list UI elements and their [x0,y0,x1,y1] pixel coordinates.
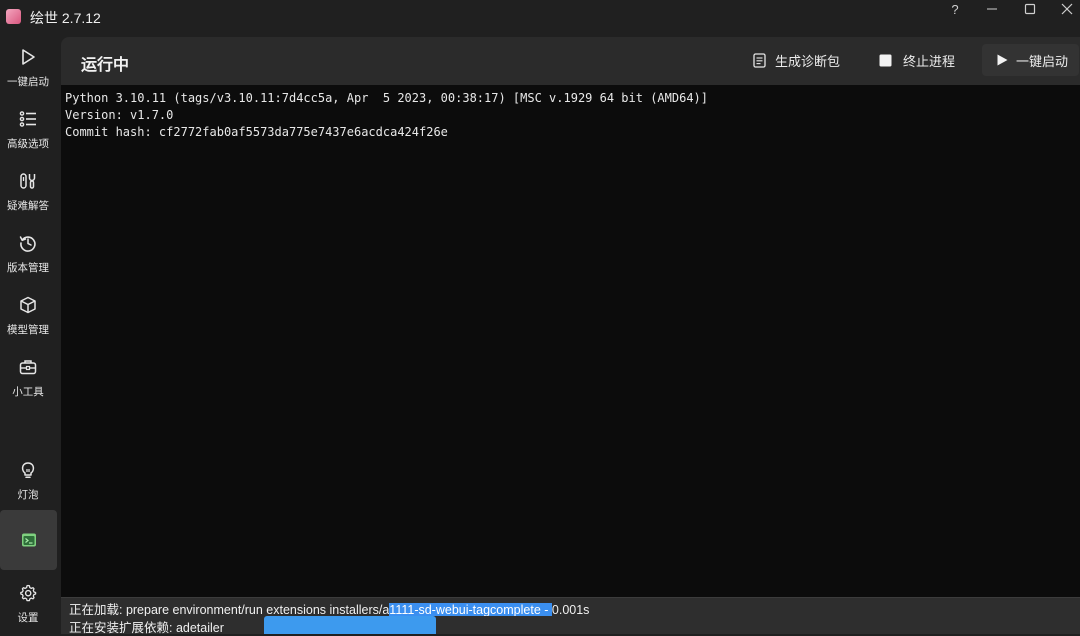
gear-icon [20,584,37,602]
list-icon [19,111,36,127]
sidebar-item-launch[interactable]: 一键启动 [0,42,56,98]
loading-status-time: 0.001s [551,603,590,617]
help-icon: ? [951,1,959,17]
install-status-bar: 正在安装扩展依赖: adetailer [61,616,1080,635]
help-button[interactable]: ? [938,0,972,18]
toolbox-icon [19,360,37,375]
sidebar-item-label: 疑难解答 [7,200,49,212]
one-click-start-button[interactable]: 一键启动 [982,44,1080,76]
close-button[interactable] [1050,0,1080,18]
install-status-text: 正在安装扩展依赖: adetailer [69,621,224,635]
sidebar-item-label: 小工具 [12,386,44,398]
diagnostic-package-label: 生成诊断包 [775,53,841,69]
sidebar-item-versions[interactable]: 版本管理 [0,228,56,284]
page-header: 运行中 生成诊断包 终止进程 一键启动 [61,37,1080,85]
sidebar-item-models[interactable]: 模型管理 [0,290,56,346]
cube-icon [20,296,36,314]
diagnostic-package-button[interactable]: 生成诊断包 [753,44,840,76]
document-icon [753,52,766,68]
loading-status-prefix: 正在加载: prepare environment/run extensions… [69,603,390,617]
sidebar-item-label: 一键启动 [7,76,49,88]
terminal-output[interactable]: Python 3.10.11 (tags/v3.10.11:7d4cc5a, A… [61,85,1080,597]
play-icon [997,54,1008,66]
sidebar: 一键启动 高级选项 疑难解答 版本管理 模型管理 小工具 灯泡 设置 [0,34,60,634]
stop-process-label: 终止进程 [903,53,956,69]
terminal-line: Commit hash: cf2772fab0af5573da775e7437e… [65,125,448,139]
close-icon [1061,3,1073,15]
sidebar-item-settings[interactable]: 设置 [0,578,56,634]
maximize-button[interactable] [1013,0,1047,18]
sidebar-item-console[interactable] [0,510,57,570]
stop-icon [879,54,892,66]
stop-process-button[interactable]: 终止进程 [879,44,955,76]
sidebar-item-advanced[interactable]: 高级选项 [0,104,56,160]
one-click-start-label: 一键启动 [1016,53,1069,69]
sidebar-item-label: 高级选项 [7,138,49,150]
tools-icon [20,173,36,189]
lightbulb-icon [21,462,35,479]
sidebar-item-label: 设置 [17,612,39,624]
app-logo-icon [6,9,21,24]
terminal-line: Version: v1.7.0 [65,108,174,122]
loading-status-bar: 正在加载: prepare environment/run extensions… [61,597,1080,617]
main-panel: 运行中 生成诊断包 终止进程 一键启动 Python 3.10.11 (tags… [61,37,1080,635]
page-title: 运行中 [81,57,130,74]
history-icon [19,236,36,252]
minimize-button[interactable] [975,0,1009,18]
loading-status-highlight: 1111-sd-webui-tagcomplete - [389,603,552,617]
sidebar-item-label: 模型管理 [7,324,49,336]
play-icon [22,49,35,65]
window-title: 绘世 2.7.12 [30,10,101,26]
sidebar-item-lightbulb[interactable]: 灯泡 [0,455,56,511]
sidebar-item-label: 灯泡 [17,489,39,501]
sidebar-item-label: 版本管理 [7,262,49,274]
install-progress-bar [264,616,436,634]
terminal-line: Python 3.10.11 (tags/v3.10.11:7d4cc5a, A… [65,91,708,105]
title-bar: 绘世 2.7.12 ? [0,0,1080,34]
sidebar-item-tools[interactable]: 小工具 [0,352,56,408]
console-icon [21,533,36,547]
maximize-icon [1024,3,1036,15]
sidebar-item-troubleshoot[interactable]: 疑难解答 [0,166,56,222]
minimize-icon [987,8,997,10]
